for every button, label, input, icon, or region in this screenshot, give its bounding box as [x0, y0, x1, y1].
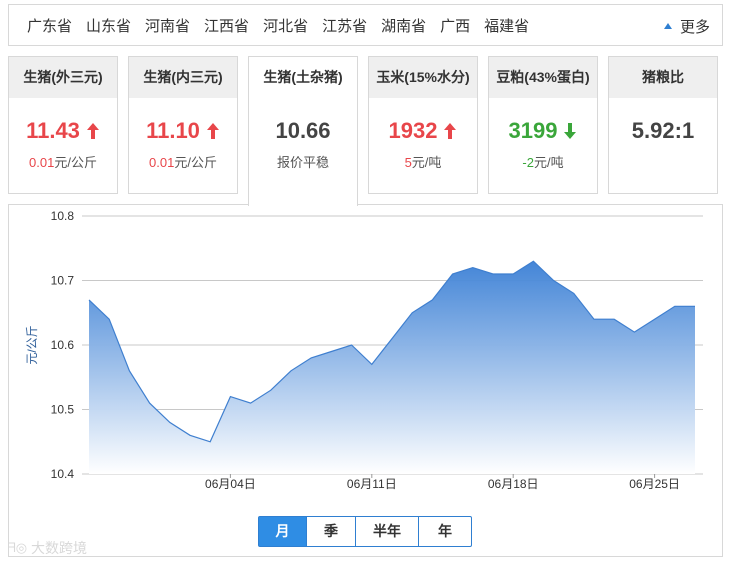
price-chart: 10.8 10.7 10.6 10.5 10.4 06月04日 06月11日 06月18日 06… — [25, 209, 703, 491]
watermark: ᖷ◎ 大数跨境 — [8, 538, 87, 558]
period-year-button[interactable]: 年 — [419, 517, 471, 546]
period-month-button[interactable]: 月 — [259, 517, 307, 546]
y-tick-label: 10.4 — [51, 467, 75, 481]
card-title: 生猪(土杂猪) — [249, 57, 357, 98]
card-value: 10.66 — [249, 116, 357, 146]
y-tick-label: 10.7 — [51, 274, 75, 288]
x-tick-label: 06月11日 — [347, 477, 397, 491]
period-selector: 月 季 半年 年 — [258, 516, 472, 547]
y-tick-label: 10.6 — [51, 338, 75, 352]
price-card-pig-local[interactable]: 生猪(土杂猪) 10.66 报价平稳 — [248, 56, 358, 206]
y-tick-label: 10.8 — [51, 209, 75, 223]
y-axis-label: 元/公斤 — [25, 325, 39, 364]
card-value-text: 10.66 — [275, 118, 331, 143]
x-tick-label: 06月18日 — [488, 477, 539, 491]
x-tick-label: 06月25日 — [629, 477, 680, 491]
period-quarter-button[interactable]: 季 — [307, 517, 356, 546]
watermark-text: 大数跨境 — [31, 540, 88, 556]
x-tick-label: 06月04日 — [205, 477, 256, 491]
y-tick-label: 10.5 — [51, 403, 75, 417]
card-change-unit: 报价平稳 — [276, 155, 329, 170]
logo-icon: ᖷ◎ — [8, 540, 28, 555]
card-change: 报价平稳 — [249, 152, 357, 171]
series-area — [89, 261, 695, 474]
period-halfyear-button[interactable]: 半年 — [356, 517, 419, 546]
